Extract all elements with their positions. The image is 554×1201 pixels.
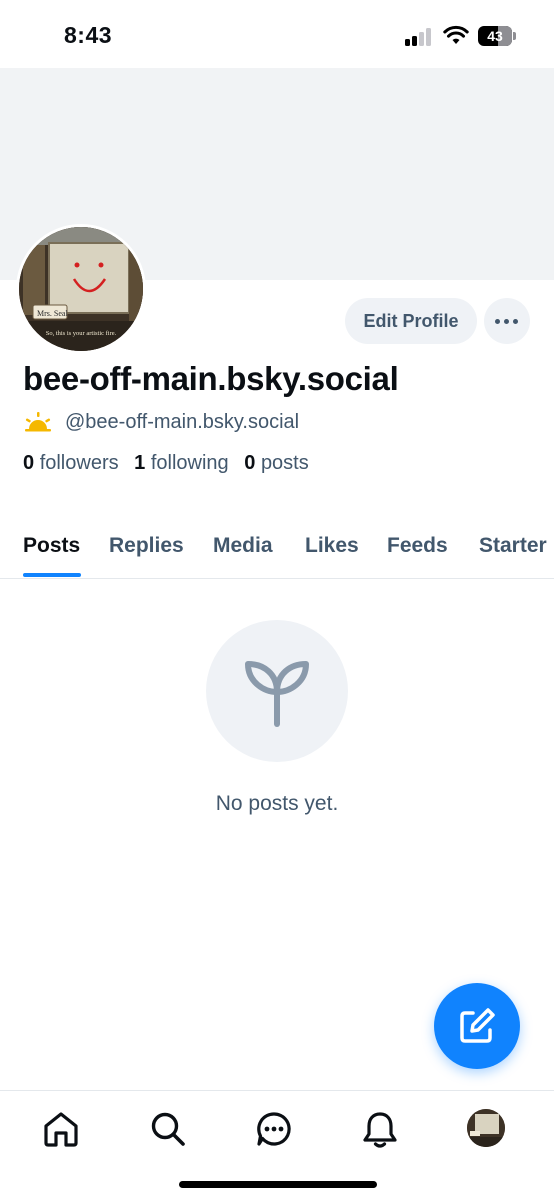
battery-level: 43 <box>487 28 503 44</box>
more-options-button[interactable] <box>484 298 530 344</box>
edit-profile-button[interactable]: Edit Profile <box>345 298 477 344</box>
handle-row: @bee-off-main.bsky.social <box>23 408 299 436</box>
tab-replies[interactable]: Replies <box>109 534 184 558</box>
active-tab-indicator <box>23 573 81 577</box>
search-icon[interactable] <box>148 1109 188 1149</box>
profile-handle: @bee-off-main.bsky.social <box>65 410 300 433</box>
followers-stat[interactable]: 0 followers <box>23 452 119 474</box>
sunrise-icon <box>25 412 51 432</box>
tab-likes[interactable]: Likes <box>305 534 359 558</box>
wifi-icon <box>443 25 469 44</box>
avatar-caption-top: Mrs. Seal <box>37 309 68 318</box>
battery-icon: 43 <box>478 26 512 46</box>
home-icon[interactable] <box>41 1109 81 1149</box>
avatar-image: Mrs. Seal So, this is your artistic fire… <box>19 227 143 351</box>
posts-count: 0 <box>244 452 256 474</box>
compose-button[interactable] <box>434 983 520 1069</box>
avatar-caption-bottom: So, this is your artistic fire. <box>46 330 117 337</box>
profile-stats: 0 followers 1 following 0 posts <box>23 452 319 475</box>
display-name: bee-off-main.bsky.social <box>23 360 399 397</box>
posts-stat: 0 posts <box>244 452 309 474</box>
following-count: 1 <box>134 452 146 474</box>
empty-state-message: No posts yet. <box>215 792 339 815</box>
profile-tabs: Posts Replies Media Likes Feeds Starter <box>0 518 554 579</box>
following-stat[interactable]: 1 following <box>134 452 229 474</box>
ellipsis-icon <box>495 319 500 324</box>
battery-tip <box>513 32 516 40</box>
home-indicator <box>179 1181 377 1188</box>
compose-icon <box>460 1008 495 1043</box>
notifications-icon[interactable] <box>360 1109 400 1149</box>
followers-count: 0 <box>23 452 35 474</box>
status-time: 8:43 <box>64 22 113 48</box>
posts-label: posts <box>260 452 309 474</box>
following-label: following <box>150 452 229 474</box>
tab-starter[interactable]: Starter <box>479 534 547 558</box>
empty-state-icon-container <box>206 620 348 762</box>
seedling-icon <box>245 661 309 727</box>
avatar-thumbnail <box>467 1109 505 1147</box>
tab-feeds[interactable]: Feeds <box>387 534 448 558</box>
cellular-signal-icon <box>405 28 435 46</box>
chat-icon[interactable] <box>254 1109 294 1149</box>
status-bar: 8:43 43 <box>0 0 554 68</box>
followers-label: followers <box>39 452 119 474</box>
profile-avatar-nav[interactable] <box>467 1109 505 1147</box>
profile-avatar[interactable]: Mrs. Seal So, this is your artistic fire… <box>16 224 146 354</box>
tab-posts[interactable]: Posts <box>23 534 80 558</box>
tab-media[interactable]: Media <box>213 534 273 558</box>
